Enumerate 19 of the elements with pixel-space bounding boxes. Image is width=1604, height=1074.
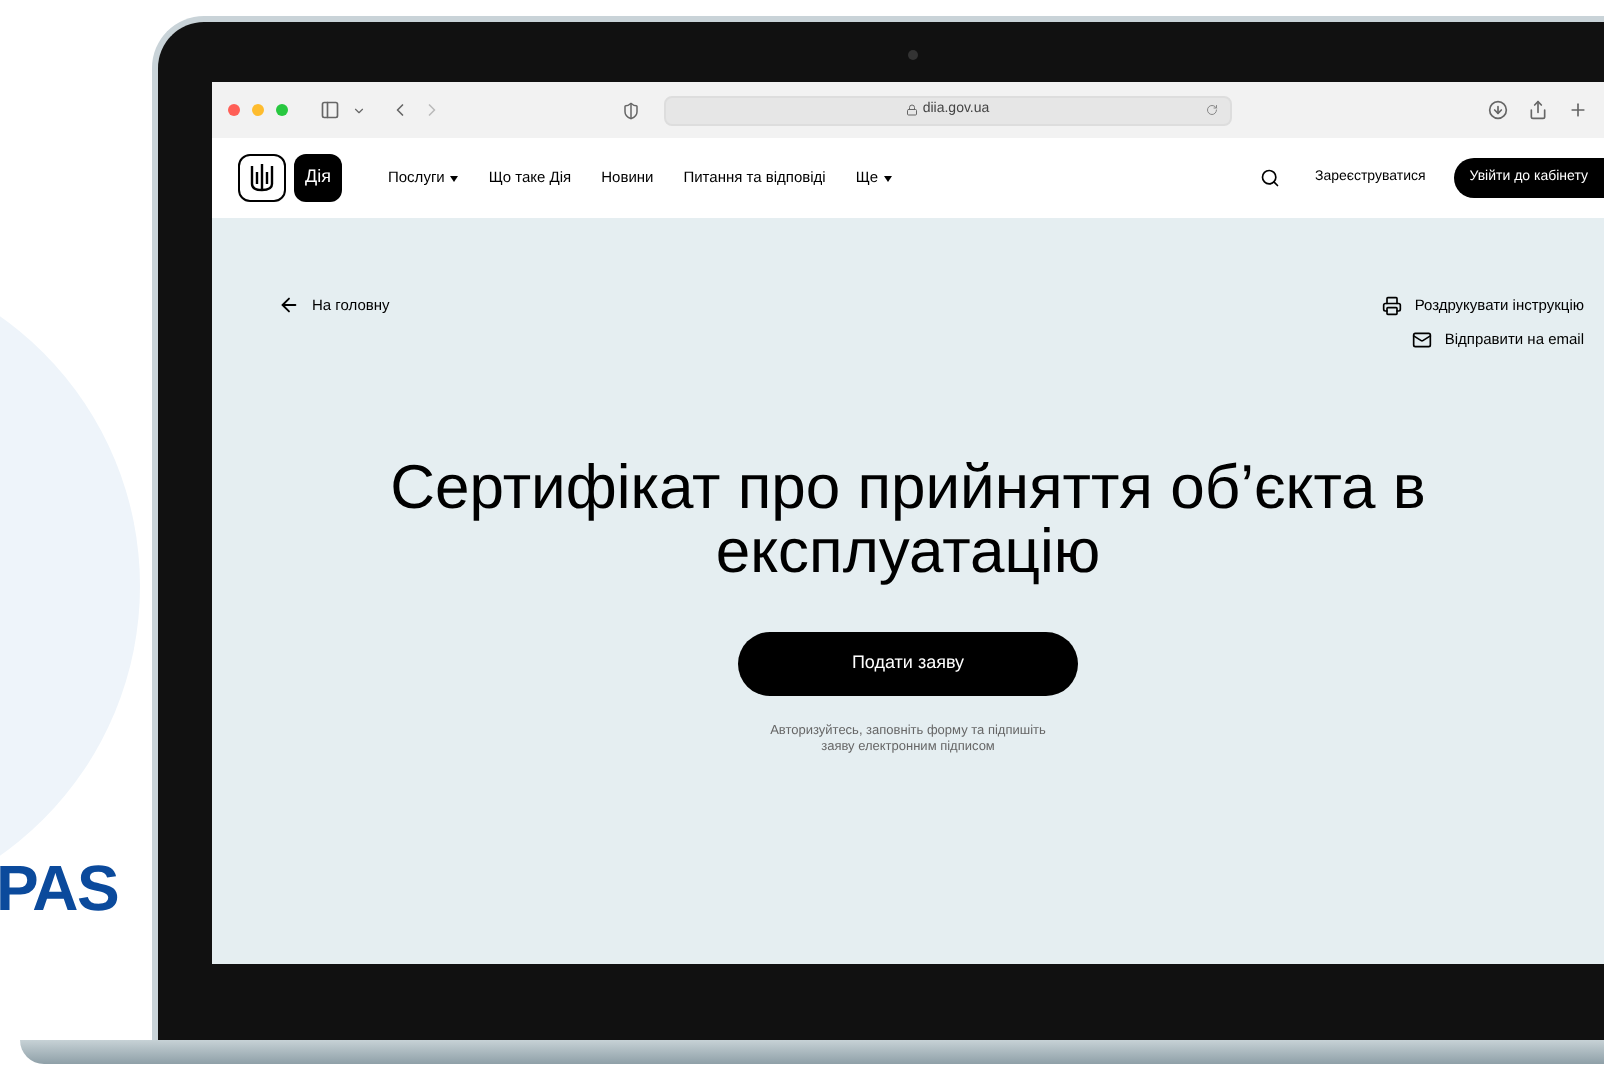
- dropdown-caret-icon: [884, 175, 893, 181]
- chevron-down-icon[interactable]: [352, 103, 366, 117]
- sidebar-icon[interactable]: [320, 100, 340, 120]
- page-title: Сертифікат про прийняття об’єкта в експлуатацію: [388, 455, 1428, 583]
- lock-icon: [906, 104, 919, 116]
- arrow-left-icon: [278, 294, 300, 317]
- emblem-logo[interactable]: [238, 154, 286, 202]
- site-logo[interactable]: Дія: [294, 154, 342, 202]
- search-icon[interactable]: [1260, 168, 1281, 188]
- reload-icon[interactable]: [1206, 104, 1218, 116]
- printer-icon: [1382, 295, 1403, 316]
- dropdown-caret-icon: [450, 175, 459, 181]
- mail-icon: [1412, 329, 1433, 350]
- download-icon[interactable]: [1488, 100, 1508, 120]
- share-icon[interactable]: [1528, 100, 1548, 120]
- new-tab-icon[interactable]: [1568, 100, 1588, 120]
- brand-logo-text: PAS: [0, 856, 121, 920]
- shield-icon[interactable]: [622, 101, 640, 119]
- submit-button[interactable]: Подати заяву: [738, 631, 1078, 695]
